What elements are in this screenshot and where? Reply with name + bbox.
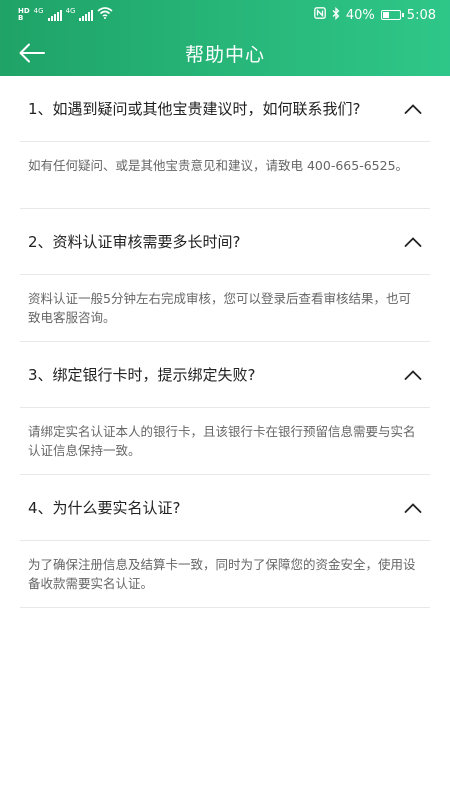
app-header: HD B 4G 4G 40% 5:08 帮助中心 bbox=[0, 0, 450, 76]
page-title: 帮助中心 bbox=[184, 43, 265, 66]
faq-list: 1、如遇到疑问或其他宝贵建议时，如何联系我们? 如有任何疑问、或是其他宝贵意见和… bbox=[0, 76, 450, 608]
faq-question-row[interactable]: 1、如遇到疑问或其他宝贵建议时，如何联系我们? bbox=[20, 76, 430, 142]
faq-question: 2、资料认证审核需要多长时间? bbox=[28, 233, 241, 251]
network-type-2: 4G bbox=[65, 7, 76, 15]
faq-question-row[interactable]: 4、为什么要实名认证? bbox=[20, 475, 430, 541]
status-left: HD B 4G 4G bbox=[18, 7, 113, 23]
faq-item: 3、绑定银行卡时，提示绑定失败? 请绑定实名认证本人的银行卡，且该银行卡在银行预… bbox=[20, 342, 430, 475]
bluetooth-icon bbox=[332, 6, 340, 24]
chevron-up-icon[interactable] bbox=[404, 369, 422, 381]
network-type-1: 4G bbox=[33, 7, 44, 15]
battery-fill bbox=[382, 12, 389, 18]
faq-answer: 如有任何疑问、或是其他宝贵意见和建议，请致电 400-665-6525。 bbox=[28, 158, 409, 173]
back-arrow-icon[interactable] bbox=[18, 39, 50, 67]
faq-item: 4、为什么要实名认证? 为了确保注册信息及结算卡一致，同时为了保障您的资金安全，… bbox=[20, 475, 430, 608]
chevron-up-icon[interactable] bbox=[404, 502, 422, 514]
wifi-icon bbox=[97, 7, 113, 23]
hd-badge: HD B bbox=[18, 8, 30, 22]
signal-icon bbox=[47, 9, 62, 21]
status-bar: HD B 4G 4G 40% 5:08 bbox=[0, 0, 450, 30]
faq-question-row[interactable]: 3、绑定银行卡时，提示绑定失败? bbox=[20, 342, 430, 408]
title-bar: 帮助中心 bbox=[0, 30, 450, 76]
faq-question: 1、如遇到疑问或其他宝贵建议时，如何联系我们? bbox=[28, 100, 361, 118]
hd-sub-label: B bbox=[18, 14, 24, 22]
faq-question-row[interactable]: 2、资料认证审核需要多长时间? bbox=[20, 209, 430, 275]
chevron-up-icon[interactable] bbox=[404, 236, 422, 248]
clock: 5:08 bbox=[406, 7, 436, 23]
faq-answer: 请绑定实名认证本人的银行卡，且该银行卡在银行预留信息需要与实名认证信息保持一致。 bbox=[28, 424, 416, 458]
faq-answer: 资料认证一般5分钟左右完成审核，您可以登录后查看审核结果，也可致电客服咨询。 bbox=[28, 291, 411, 325]
faq-question: 3、绑定银行卡时，提示绑定失败? bbox=[28, 366, 256, 384]
faq-item: 2、资料认证审核需要多长时间? 资料认证一般5分钟左右完成审核，您可以登录后查看… bbox=[20, 209, 430, 342]
status-right: 40% 5:08 bbox=[314, 6, 436, 24]
faq-question: 4、为什么要实名认证? bbox=[28, 499, 181, 517]
chevron-up-icon[interactable] bbox=[404, 103, 422, 115]
nfc-icon bbox=[314, 7, 326, 23]
faq-item: 1、如遇到疑问或其他宝贵建议时，如何联系我们? 如有任何疑问、或是其他宝贵意见和… bbox=[20, 76, 430, 209]
battery-percent: 40% bbox=[345, 7, 375, 23]
signal-icon bbox=[79, 9, 94, 21]
faq-answer: 为了确保注册信息及结算卡一致，同时为了保障您的资金安全，使用设备收款需要实名认证… bbox=[28, 557, 416, 591]
battery-icon bbox=[380, 10, 404, 20]
